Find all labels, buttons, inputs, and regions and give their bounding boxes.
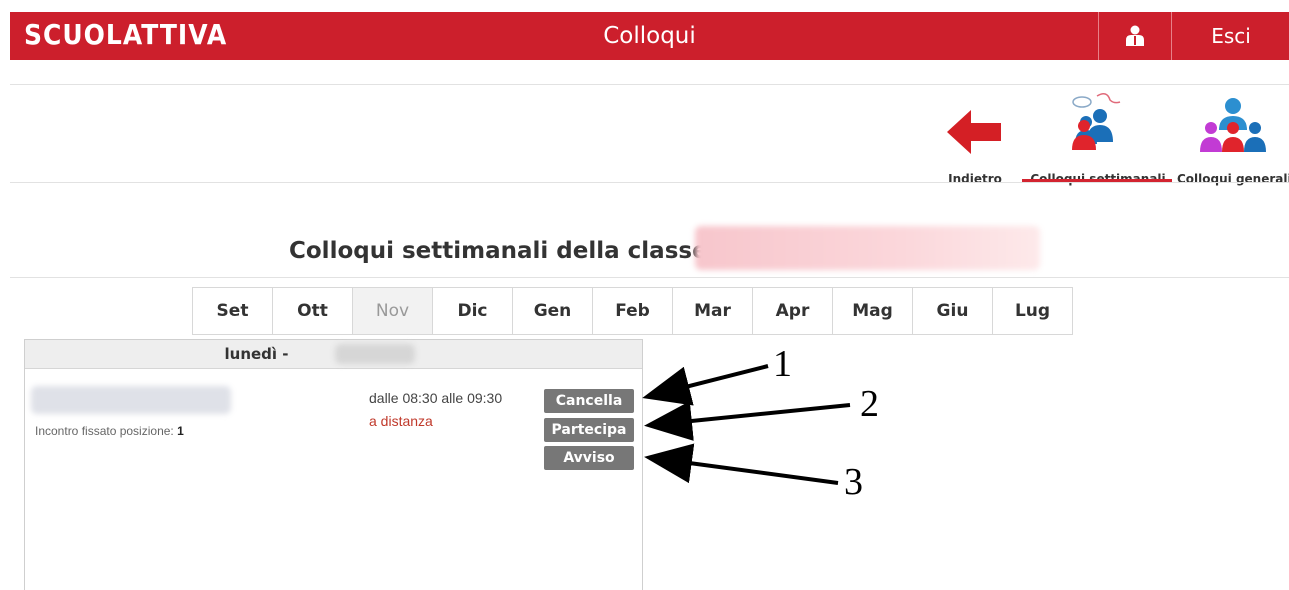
annotation-arrows — [642, 364, 851, 485]
annotation-arrow-3 — [644, 443, 839, 485]
annotation-number-2: 2 — [860, 383, 879, 425]
annotation-arrow-1 — [642, 364, 769, 406]
annotation-number-3: 3 — [844, 461, 863, 503]
annotation-number-1: 1 — [773, 343, 792, 385]
annotation-arrow-2 — [644, 401, 851, 441]
